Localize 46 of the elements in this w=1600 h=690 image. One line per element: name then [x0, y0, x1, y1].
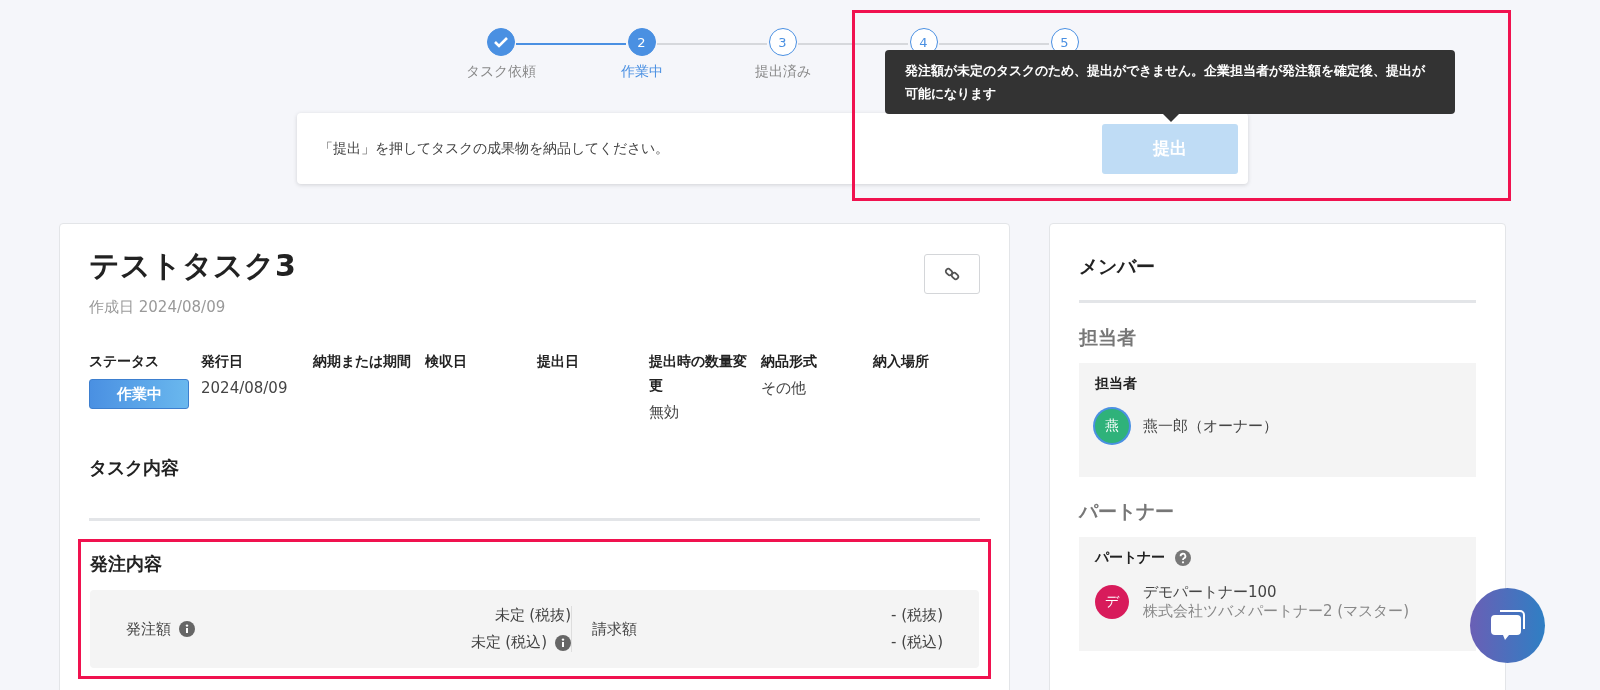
amount-value: 未定 (税抜)	[494, 605, 571, 626]
help-icon[interactable]	[1175, 550, 1191, 566]
field-label: 納入場所	[873, 352, 930, 371]
member-name: 燕一郎（オーナー）	[1143, 416, 1278, 436]
avatar: 燕	[1095, 409, 1129, 443]
field-value: 無効	[649, 403, 680, 422]
billing-value: - (税込)	[891, 632, 943, 653]
amount-value: 未定 (税込)	[470, 632, 547, 653]
section-heading: パートナー	[1079, 499, 1175, 524]
role-label: パートナー	[1095, 549, 1165, 567]
field-label: 納期または期間	[313, 352, 412, 371]
check-icon	[493, 36, 508, 48]
tooltip: 発注額が未定のタスクのため、提出ができません。企業担当者が発注額を確定後、提出が可能になります	[885, 50, 1455, 114]
field-label: 検収日	[425, 352, 468, 371]
section-heading: 担当者	[1079, 325, 1137, 350]
role-label: 担当者	[1095, 375, 1137, 393]
billing-value: - (税抜)	[891, 605, 943, 626]
members-title: メンバー	[1079, 254, 1476, 303]
field-label: 提出時の数量変更	[649, 352, 748, 395]
info-icon	[179, 621, 195, 637]
field-label: ステータス	[89, 352, 160, 371]
field-value: その他	[761, 379, 807, 398]
field-label: 発行日	[201, 352, 244, 371]
created-date: 作成日 2024/08/09	[89, 298, 227, 317]
info-icon	[555, 634, 571, 651]
member-company: 株式会社ツバメパートナー2 (マスター)	[1143, 602, 1409, 621]
avatar: デ	[1095, 585, 1129, 619]
section-heading: 発注内容	[90, 552, 163, 576]
link-icon	[944, 266, 960, 282]
field-value: 2024/08/09	[201, 379, 289, 397]
copy-link-button[interactable]	[924, 254, 980, 294]
step-circle: 2	[627, 28, 656, 56]
step-circle: 3	[768, 28, 797, 56]
field-label: 納品形式	[761, 352, 818, 371]
task-title: テストタスク3	[89, 247, 296, 285]
section-heading: タスク内容	[89, 456, 180, 480]
step-label: 作業中	[620, 63, 663, 81]
member-name: デモパートナー100	[1143, 583, 1278, 602]
step-label: タスク依頼	[465, 63, 536, 81]
field-label: 提出日	[537, 352, 580, 371]
tooltip-arrow	[1163, 114, 1179, 122]
amount-label: 発注額	[126, 619, 195, 639]
step-label: 提出済み	[754, 63, 811, 81]
status-badge: 作業中	[89, 379, 189, 409]
billing-label: 請求額	[592, 619, 637, 639]
instruction-text: 「提出」を押してタスクの成果物を納品してください。	[319, 139, 669, 158]
